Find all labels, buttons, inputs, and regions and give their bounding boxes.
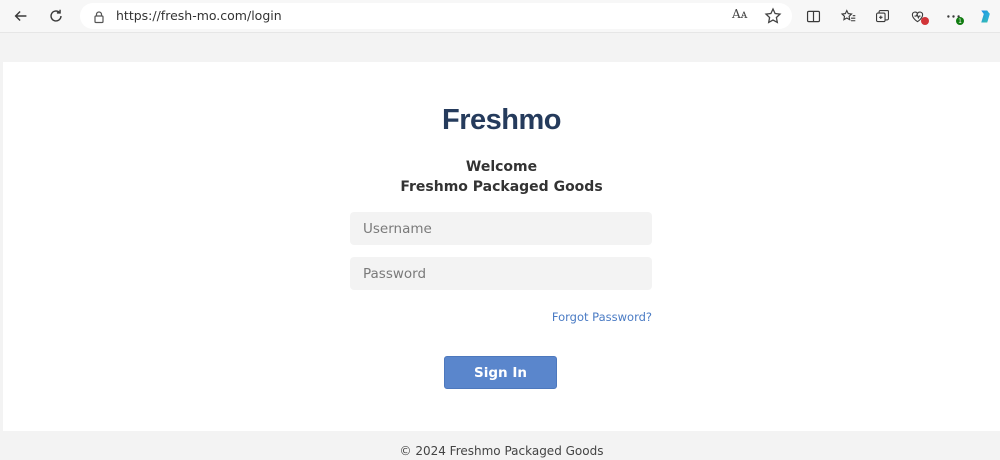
copilot-icon[interactable] xyxy=(972,4,998,28)
favorites-icon[interactable] xyxy=(835,4,861,28)
browser-toolbar: https://fresh-mo.com/login Aᴀ 1 xyxy=(0,0,1000,32)
page-top-band xyxy=(0,32,1000,61)
login-panel: Freshmo Welcome Freshmo Packaged Goods F… xyxy=(3,62,1000,431)
refresh-icon[interactable] xyxy=(43,4,69,28)
collections-icon[interactable] xyxy=(869,4,895,28)
more-options-icon[interactable]: 1 xyxy=(940,4,966,28)
username-input[interactable] xyxy=(350,212,652,245)
extension-badge: 1 xyxy=(956,17,964,25)
sign-in-button[interactable]: Sign In xyxy=(444,356,557,389)
address-bar[interactable]: https://fresh-mo.com/login Aᴀ xyxy=(80,3,792,29)
footer-copyright: © 2024 Freshmo Packaged Goods xyxy=(3,431,1000,460)
back-icon[interactable] xyxy=(8,4,34,28)
browser-essentials-icon[interactable] xyxy=(904,4,930,28)
freshmo-logo: Freshmo xyxy=(442,104,561,136)
company-name: Freshmo Packaged Goods xyxy=(400,179,603,195)
forgot-password-link[interactable]: Forgot Password? xyxy=(352,310,652,324)
alert-badge xyxy=(921,17,929,25)
favorite-star-icon[interactable] xyxy=(763,6,783,26)
welcome-heading: Welcome Freshmo Packaged Goods xyxy=(3,157,1000,197)
split-screen-icon[interactable] xyxy=(800,4,826,28)
welcome-line: Welcome xyxy=(465,159,538,175)
url-text[interactable]: https://fresh-mo.com/login xyxy=(116,8,282,23)
lock-icon[interactable] xyxy=(92,9,106,24)
password-input[interactable] xyxy=(350,257,652,290)
read-aloud-icon[interactable]: Aᴀ xyxy=(732,7,747,21)
